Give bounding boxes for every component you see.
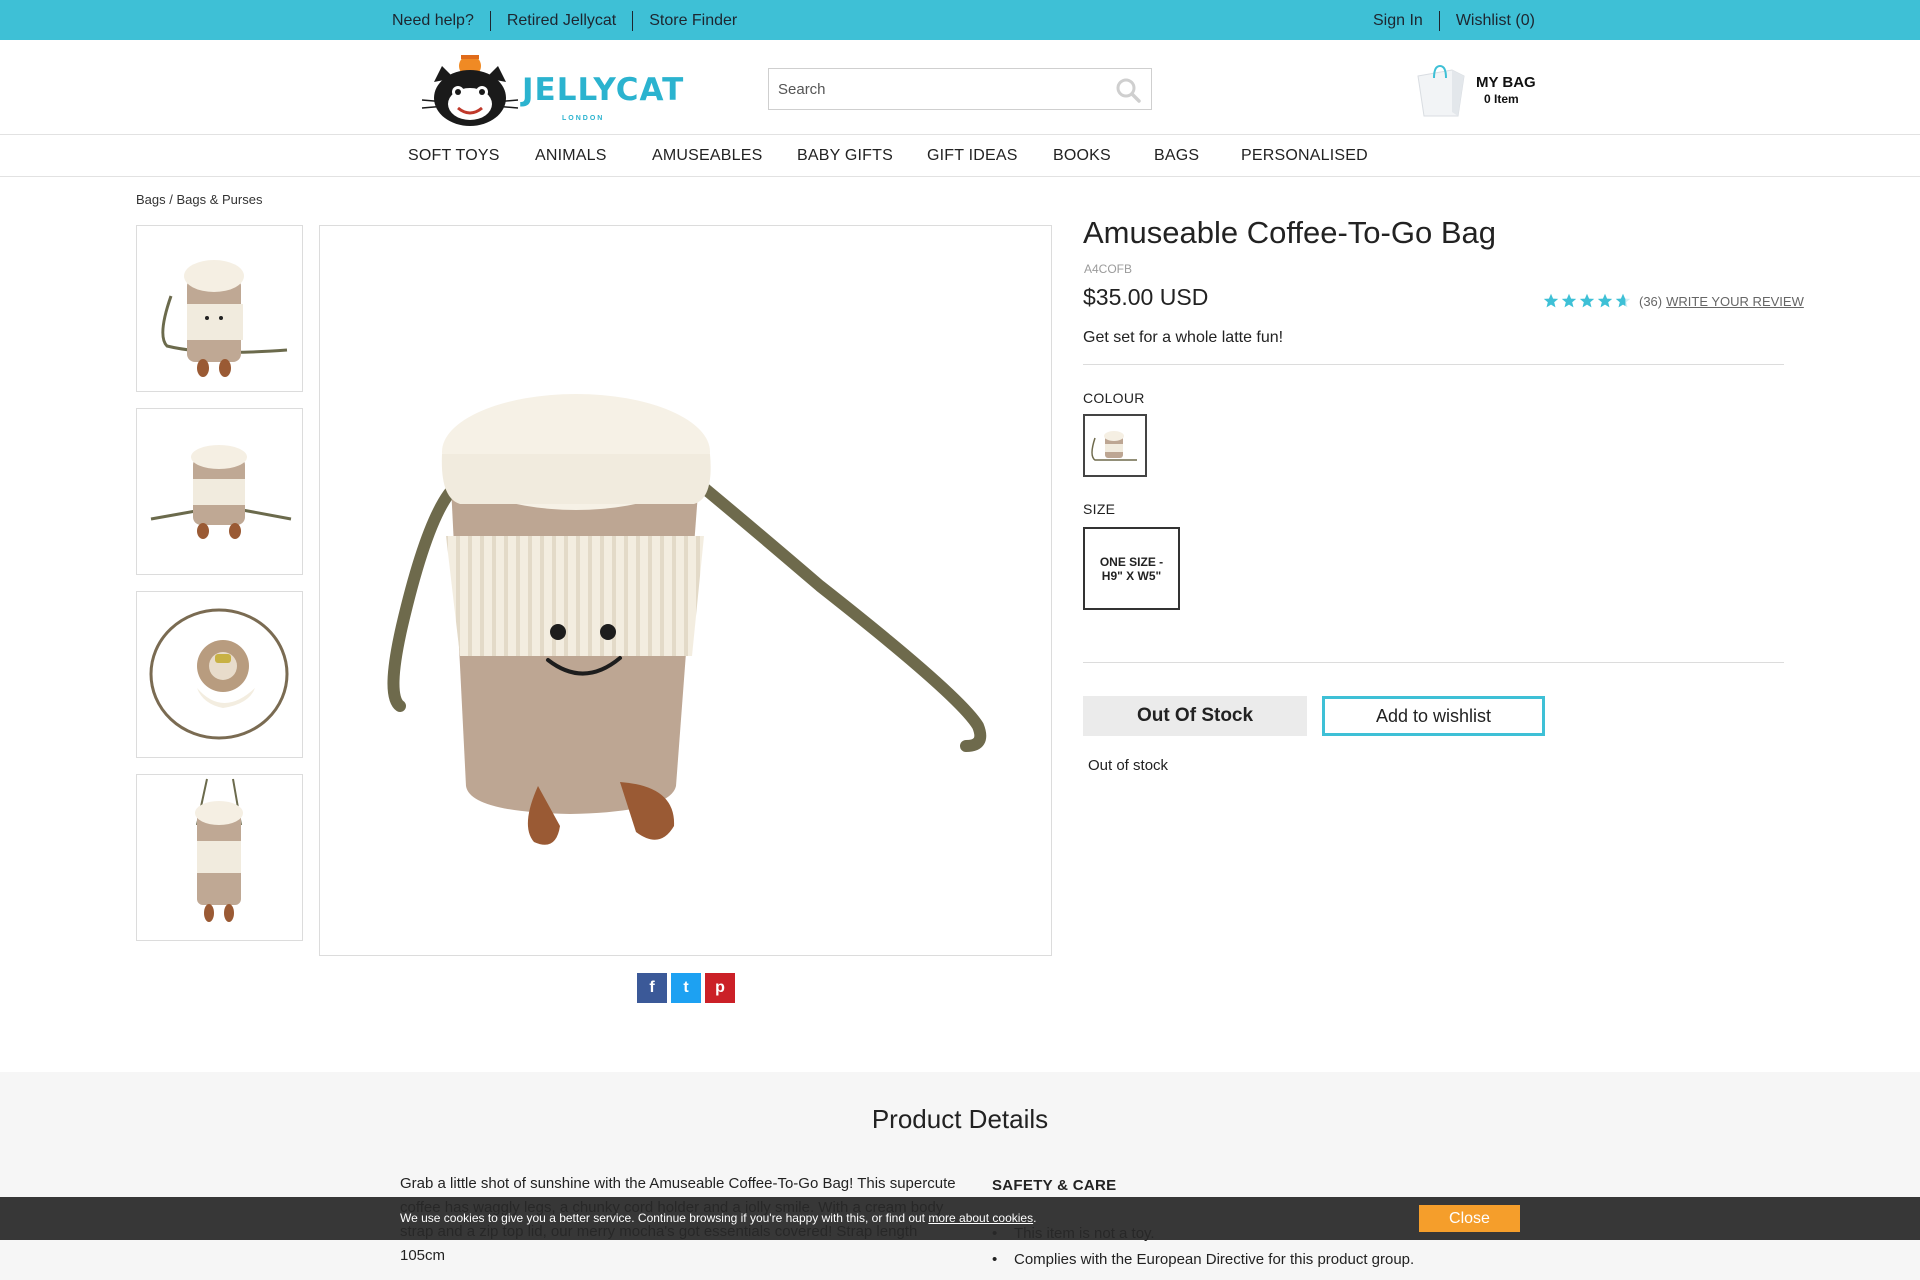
- top-utility-bar: Need help? Retired Jellycat Store Finder…: [0, 0, 1920, 40]
- nav-animals[interactable]: ANIMALS: [535, 147, 607, 165]
- out-of-stock-button[interactable]: Out Of Stock: [1083, 696, 1307, 736]
- account-links: Sign In Wishlist (0): [1373, 11, 1535, 31]
- nav-amuseables[interactable]: AMUSEABLES: [652, 147, 762, 165]
- star-icon: [1597, 293, 1613, 308]
- half-star-icon: [1615, 293, 1631, 308]
- cookie-close-button[interactable]: Close: [1419, 1205, 1520, 1232]
- pinterest-share-icon[interactable]: p: [705, 973, 735, 1003]
- product-details-section: Product Details Grab a little shot of su…: [0, 1072, 1920, 1280]
- twitter-share-icon[interactable]: t: [671, 973, 701, 1003]
- product-thumbnail-3[interactable]: [136, 591, 303, 758]
- more-about-cookies-link[interactable]: more about cookies: [928, 1211, 1033, 1225]
- search-input[interactable]: [769, 69, 1099, 109]
- star-icon: [1561, 293, 1577, 308]
- swatch-image: [1091, 431, 1137, 461]
- shopping-bag[interactable]: MY BAG 0 Item: [1412, 62, 1536, 118]
- nav-personalised[interactable]: PERSONALISED: [1241, 147, 1368, 165]
- product-price: $35.00 USD: [1083, 284, 1209, 310]
- jellycat-logo[interactable]: JELLYCAT LONDON: [420, 52, 683, 128]
- thumbnail-image: [161, 260, 288, 377]
- main-nav: SOFT TOYS ANIMALS AMUSEABLES BABY GIFTS …: [0, 135, 1920, 177]
- nav-gift-ideas[interactable]: GIFT IDEAS: [927, 147, 1018, 165]
- size-option-label: ONE SIZE - H9" X W5": [1099, 554, 1164, 583]
- size-option[interactable]: ONE SIZE - H9" X W5": [1083, 527, 1180, 610]
- bag-label: MY BAG: [1476, 74, 1536, 91]
- nav-bags[interactable]: BAGS: [1154, 147, 1199, 165]
- facebook-share-icon[interactable]: f: [637, 973, 667, 1003]
- cookie-banner: We use cookies to give you a better serv…: [0, 1197, 1920, 1240]
- rating-summary: (36) WRITE YOUR REVIEW: [1543, 293, 1804, 309]
- main-product-image[interactable]: [319, 225, 1052, 956]
- nav-baby-gifts[interactable]: BABY GIFTS: [797, 147, 893, 165]
- review-count: (36): [1639, 293, 1663, 309]
- sign-in-link[interactable]: Sign In: [1373, 12, 1423, 30]
- product-tagline: Get set for a whole latte fun!: [1083, 329, 1284, 346]
- site-header: JELLYCAT LONDON MY BAG 0 Item: [0, 40, 1920, 135]
- divider: [632, 11, 634, 31]
- wishlist-link[interactable]: Wishlist (0): [1456, 12, 1535, 30]
- thumbnail-image: [150, 445, 292, 539]
- period: .: [1033, 1211, 1037, 1225]
- colour-label: COLOUR: [1083, 390, 1145, 406]
- nav-books[interactable]: BOOKS: [1053, 147, 1111, 165]
- cookie-message: We use cookies to give you a better serv…: [400, 1211, 1036, 1225]
- nav-soft-toys[interactable]: SOFT TOYS: [408, 147, 500, 165]
- colour-swatch[interactable]: [1083, 414, 1147, 477]
- product-thumbnail-1[interactable]: [136, 225, 303, 392]
- thumbnail-image: [195, 778, 243, 922]
- divider: [1083, 364, 1784, 365]
- need-help-link[interactable]: Need help?: [392, 12, 474, 30]
- star-icon: [1579, 293, 1595, 308]
- write-review-link[interactable]: WRITE YOUR REVIEW: [1666, 294, 1804, 309]
- cookie-message-text: We use cookies to give you a better serv…: [400, 1211, 926, 1225]
- shopping-bag-icon: [1417, 64, 1465, 117]
- coffee-bag-illustration: [387, 394, 987, 845]
- store-finder-link[interactable]: Store Finder: [649, 12, 737, 30]
- search-box: [768, 68, 1152, 110]
- cat-logo-icon: [421, 55, 519, 126]
- add-to-wishlist-button[interactable]: Add to wishlist: [1322, 696, 1545, 736]
- thumbnail-image: [149, 608, 289, 740]
- help-links: Need help? Retired Jellycat Store Finder: [392, 11, 737, 31]
- product-sku: A4COFB: [1084, 262, 1133, 276]
- product-thumbnail-4[interactable]: [136, 774, 303, 941]
- retired-jellycat-link[interactable]: Retired Jellycat: [507, 12, 616, 30]
- divider: [1438, 11, 1440, 31]
- star-icon: [1543, 293, 1559, 308]
- breadcrumb[interactable]: Bags / Bags & Purses: [136, 192, 262, 207]
- product-details-heading: Product Details: [871, 1104, 1049, 1134]
- stock-status: Out of stock: [1088, 757, 1169, 774]
- logo-wordmark: JELLYCAT: [522, 72, 685, 108]
- divider: [1083, 662, 1784, 663]
- bag-item-count: 0 Item: [1484, 92, 1519, 106]
- search-icon[interactable]: [1115, 77, 1141, 103]
- safety-care-heading: SAFETY & CARE: [992, 1177, 1117, 1194]
- logo-subtitle: LONDON: [562, 115, 605, 122]
- divider: [489, 11, 491, 31]
- product-thumbnail-2[interactable]: [136, 408, 303, 575]
- product-title: Amuseable Coffee-To-Go Bag: [1083, 215, 1496, 250]
- size-label: SIZE: [1083, 501, 1116, 517]
- list-item: Complies with the European Directive for…: [992, 1247, 1414, 1273]
